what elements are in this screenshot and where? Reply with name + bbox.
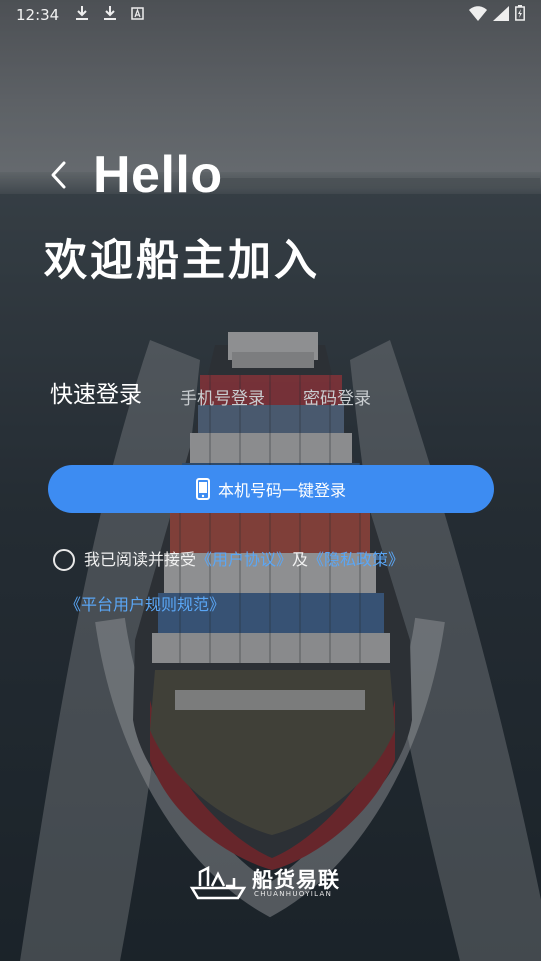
one-key-login-label: 本机号码一键登录: [217, 483, 346, 500]
chevron-left-icon: [51, 161, 66, 189]
status-time: 12:34: [16, 6, 60, 24]
a-box-icon: [131, 6, 144, 24]
brand-logo: 船货易联 CHUANHUOYILAN: [188, 862, 358, 902]
privacy-policy-link[interactable]: 《隐私政策》: [308, 550, 404, 569]
one-key-login-button[interactable]: 本机号码一键登录: [48, 465, 494, 513]
ship-logo-icon: [189, 866, 247, 900]
user-agreement-link[interactable]: 《用户协议》: [196, 550, 292, 569]
signal-icon: [493, 5, 509, 25]
hello-title: Hello: [93, 146, 223, 204]
tab-quick-login[interactable]: 快速登录: [50, 375, 142, 409]
download-icon: [75, 5, 89, 25]
download-icon: [103, 5, 117, 25]
tab-password-login[interactable]: 密码登录: [303, 384, 371, 409]
wifi-icon: [469, 5, 487, 25]
agreement-line: 我已阅读并接受《用户协议》及《隐私政策》: [84, 547, 404, 573]
battery-icon: [515, 5, 525, 25]
welcome-title: 欢迎船主加入: [44, 236, 320, 286]
agreement-prefix: 我已阅读并接受: [84, 550, 197, 569]
mobile-phone-icon: [195, 478, 210, 500]
agreement-checkbox[interactable]: [53, 549, 75, 571]
platform-rules-link[interactable]: 《平台用户规则规范》: [65, 592, 225, 618]
status-bar: 12:34: [0, 0, 541, 30]
tab-phone-login[interactable]: 手机号登录: [180, 384, 265, 409]
agreement-and: 及: [292, 550, 309, 569]
back-button[interactable]: [44, 158, 72, 192]
brand-name-en: CHUANHUOYILAN: [254, 890, 333, 898]
